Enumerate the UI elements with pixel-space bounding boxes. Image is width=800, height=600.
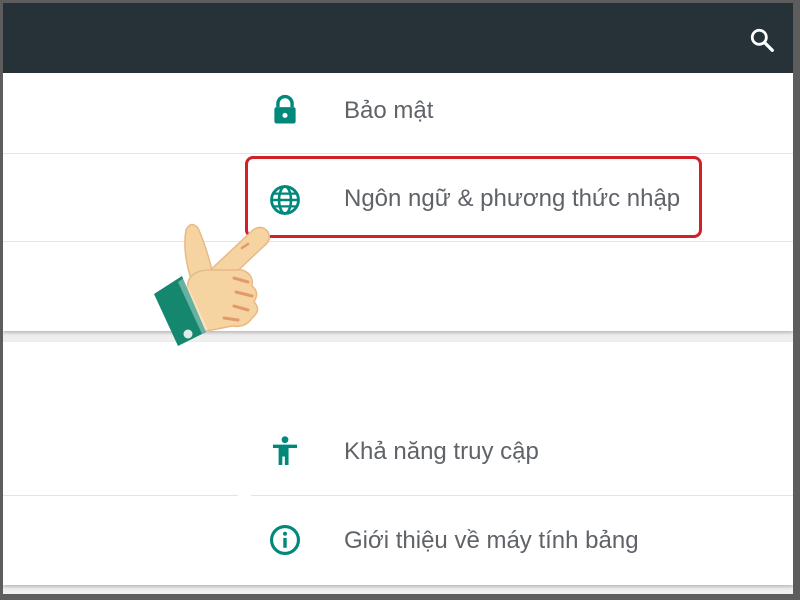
settings-item-accessibility[interactable]: Khả năng truy cập <box>248 408 793 496</box>
app-bar <box>3 3 793 73</box>
screenshot-frame: Bảo mật Ngôn ngữ & phương thức nhập Khả … <box>0 0 800 600</box>
lock-icon <box>274 94 296 124</box>
settings-card-system: Khả năng truy cập Giới thiệu về máy tính… <box>3 342 793 585</box>
highlight-box <box>245 156 702 238</box>
settings-item-label: Giới thiệu về máy tính bảng <box>344 527 639 554</box>
settings-item-security[interactable]: Bảo mật <box>248 73 793 161</box>
pointing-hand-icon <box>154 223 271 346</box>
settings-item-label: Bảo mật <box>344 97 434 124</box>
frame-border <box>0 594 800 600</box>
frame-border <box>793 0 800 600</box>
frame-border <box>0 0 3 600</box>
accessibility-icon <box>272 436 298 466</box>
settings-item-label: Khả năng truy cập <box>344 438 539 465</box>
info-icon <box>269 524 301 556</box>
settings-item-about-tablet[interactable]: Giới thiệu về máy tính bảng <box>248 497 793 585</box>
row-divider <box>3 495 238 496</box>
search-icon[interactable] <box>749 27 775 53</box>
frame-border <box>0 0 800 3</box>
